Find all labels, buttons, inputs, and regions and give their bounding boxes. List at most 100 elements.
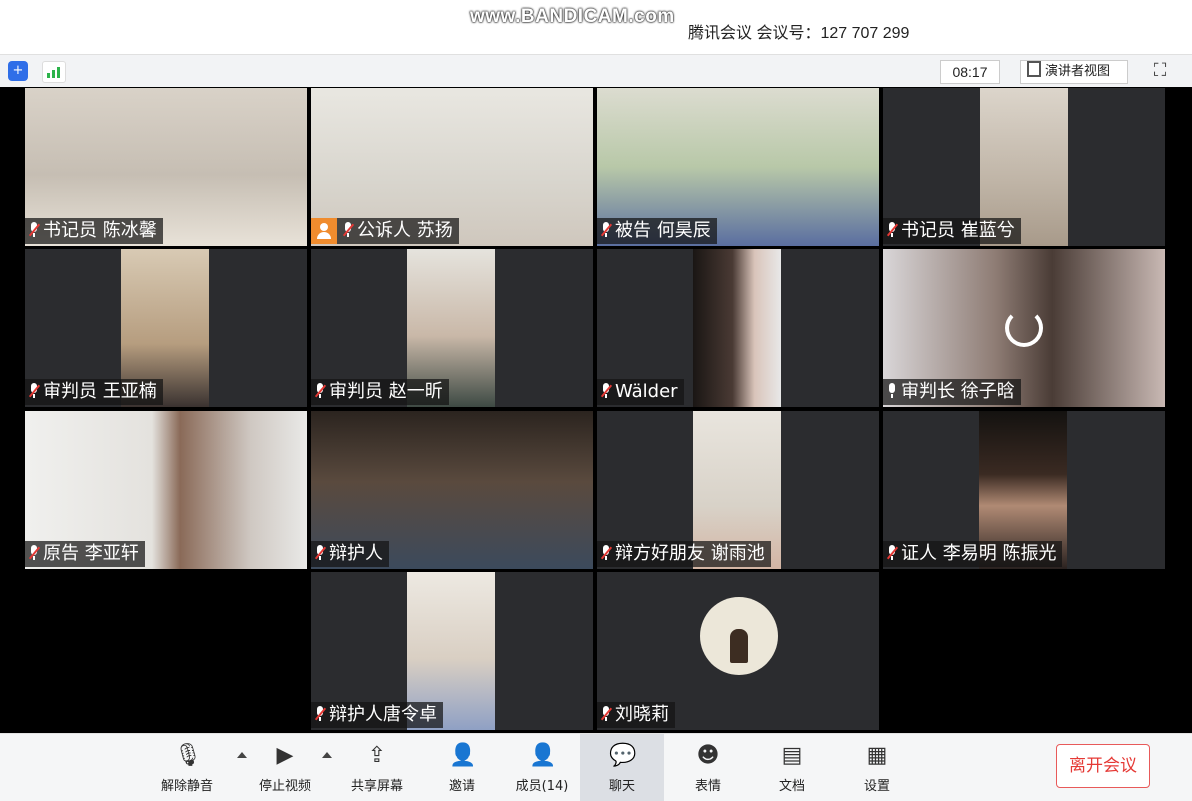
participant-label: 辩护人 [311,541,389,567]
participant-name: 书记员 陈冰馨 [43,220,157,241]
mic-active-icon [887,383,897,399]
participant-label: 证人 李易明 陈振光 [883,541,1063,567]
title-bar: www.BANDICAM.com 腾讯会议 会议号：127 707 299 [0,0,1192,54]
mic-muted-icon [886,545,899,561]
unmute-label: 解除静音 [160,779,213,794]
mic-muted-icon [28,545,41,561]
chat-button[interactable]: 💬 聊天 [580,734,664,801]
bandicam-watermark: www.BANDICAM.com [470,6,675,27]
participant-tile[interactable]: 审判员 王亚楠 [25,249,307,407]
mic-muted-icon [28,383,41,399]
add-user-icon: 👤 [449,743,477,768]
mic-muted-icon: 🎙 [174,743,202,768]
participant-name: 辩护人 [329,543,383,564]
participant-name: 证人 李易明 陈振光 [901,543,1057,564]
participant-tile[interactable]: 原告 李亚轩 [25,411,307,569]
smiley-icon: ☻ [696,743,720,768]
participant-tile[interactable]: 辩方好朋友 谢雨池 [597,411,879,569]
participant-name: 审判员 赵一昕 [329,381,443,402]
chat-label: 聊天 [608,779,635,794]
participant-tile[interactable]: 公诉人 苏扬 [311,88,593,246]
participant-tile[interactable]: 证人 李易明 陈振光 [883,411,1165,569]
participant-avatar [700,597,778,675]
participant-tile[interactable]: 书记员 崔蓝兮 [883,88,1165,246]
participant-name: 公诉人 苏扬 [357,220,453,241]
chat-bubble-icon: 💬 [609,743,637,768]
mic-muted-icon [314,545,327,561]
settings-button[interactable]: ▦ 设置 [845,734,909,801]
participant-label: 书记员 崔蓝兮 [883,218,1021,244]
participant-label: 审判员 赵一昕 [311,379,449,405]
mic-muted-icon [314,706,327,722]
participant-tile[interactable]: 被告 何昊辰 [597,88,879,246]
settings-grid-icon: ▦ [866,743,888,768]
participant-name: Wälder [615,381,678,402]
participant-label: 原告 李亚轩 [25,541,145,567]
participant-name: 刘晓莉 [615,704,669,725]
participant-label: 书记员 陈冰馨 [25,218,163,244]
participant-tile[interactable]: 辩护人 [311,411,593,569]
reactions-button[interactable]: ☻ 表情 [676,734,740,801]
mic-muted-icon [600,706,613,722]
participant-name: 辩方好朋友 谢雨池 [615,543,765,564]
document-icon: ▤ [781,743,803,768]
speaker-view-label: 演讲者视图 [1045,64,1111,79]
network-signal-icon[interactable] [42,61,66,83]
participant-label: 审判长 徐子晗 [883,379,1021,405]
reactions-label: 表情 [694,779,721,794]
speaker-view-icon [1027,61,1041,77]
meeting-controls: 🎙 解除静音 ▶ 停止视频 ⇪ 共享屏幕 👤 邀请 👤 成员(14) 💬 聊天 … [0,733,1192,801]
participant-name: 被告 何昊辰 [615,220,711,241]
security-shield-icon[interactable]: + [8,61,28,81]
video-options-chevron-icon[interactable] [322,752,332,758]
participant-tile[interactable]: Wälder [597,249,879,407]
share-screen-button[interactable]: ⇪ 共享屏幕 [342,734,412,801]
settings-label: 设置 [863,779,890,794]
participant-name: 原告 李亚轩 [43,543,139,564]
meeting-title: 腾讯会议 会议号：127 707 299 [688,25,910,42]
mic-muted-icon [28,222,41,238]
participant-video [693,249,781,407]
participant-name: 审判长 徐子晗 [901,381,1015,402]
leave-meeting-button[interactable]: 离开会议 [1056,744,1150,788]
participant-tile[interactable]: 审判员 赵一昕 [311,249,593,407]
fullscreen-icon[interactable]: ⛶ [1150,61,1170,81]
members-label: 成员(14) [515,779,569,794]
audio-options-chevron-icon[interactable] [237,752,247,758]
members-button[interactable]: 👤 成员(14) [510,734,574,801]
mic-muted-icon [600,545,613,561]
share-screen-label: 共享屏幕 [350,779,403,794]
participant-name: 审判员 王亚楠 [43,381,157,402]
video-grid: 书记员 陈冰馨 公诉人 苏扬 被告 何昊辰 书记员 崔蓝兮 审判员 王亚楠 审判… [0,87,1192,733]
members-icon: 👤 [529,743,557,768]
stop-video-label: 停止视频 [258,779,311,794]
meeting-timer: 08:17 [940,60,1000,84]
share-screen-icon: ⇪ [367,743,387,768]
invite-label: 邀请 [448,779,475,794]
unmute-button[interactable]: 🎙 解除静音 [154,734,220,801]
stop-video-button[interactable]: ▶ 停止视频 [252,734,318,801]
participant-tile[interactable]: 审判长 徐子晗 [883,249,1165,407]
mic-muted-icon [342,222,355,238]
mic-muted-icon [600,383,613,399]
mic-muted-icon [314,383,327,399]
participant-label: Wälder [597,379,684,405]
participant-label: 被告 何昊辰 [597,218,717,244]
mic-muted-icon [886,222,899,238]
meeting-toolbar: + 08:17 演讲者视图 ⛶ [0,54,1192,88]
video-camera-icon: ▶ [276,743,294,768]
participant-label: 审判员 王亚楠 [25,379,163,405]
speaker-view-button[interactable]: 演讲者视图 [1020,60,1128,84]
participant-label: 刘晓莉 [597,702,675,728]
mic-muted-icon [600,222,613,238]
participant-name: 书记员 崔蓝兮 [901,220,1015,241]
participant-label: 辩方好朋友 谢雨池 [597,541,771,567]
participant-tile[interactable]: 书记员 陈冰馨 [25,88,307,246]
participant-name: 辩护人唐令卓 [329,704,437,725]
participant-label: 辩护人唐令卓 [311,702,443,728]
invite-button[interactable]: 👤 邀请 [430,734,494,801]
participant-tile[interactable]: 刘晓莉 [597,572,879,730]
participant-tile[interactable]: 辩护人唐令卓 [311,572,593,730]
docs-button[interactable]: ▤ 文档 [760,734,824,801]
participant-label: 公诉人 苏扬 [311,218,459,244]
